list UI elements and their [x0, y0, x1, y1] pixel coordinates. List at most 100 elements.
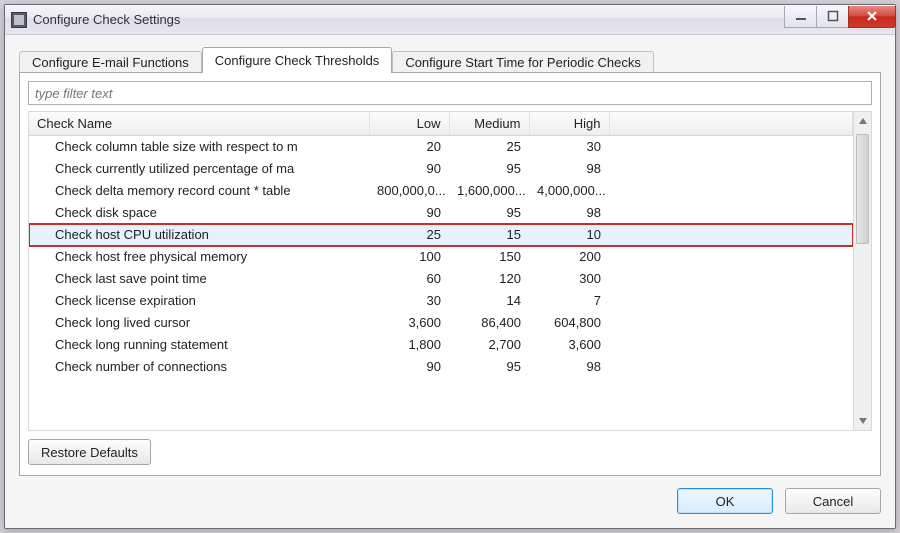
- cell-high: 300: [529, 268, 609, 290]
- cell-check-name: Check column table size with respect to …: [29, 136, 369, 158]
- cell-low: 25: [369, 224, 449, 246]
- cell-high: 98: [529, 356, 609, 378]
- dialog-buttons: OK Cancel: [19, 476, 881, 514]
- cell-low: 20: [369, 136, 449, 158]
- cell-check-name: Check long running statement: [29, 334, 369, 356]
- cell-high: 30: [529, 136, 609, 158]
- minimize-icon: [795, 10, 807, 22]
- cell-spacer: [609, 356, 853, 378]
- window-title: Configure Check Settings: [33, 12, 785, 27]
- cell-medium: 95: [449, 202, 529, 224]
- cell-medium: 150: [449, 246, 529, 268]
- cell-low: 800,000,0...: [369, 180, 449, 202]
- cell-check-name: Check disk space: [29, 202, 369, 224]
- col-spacer: [609, 112, 853, 136]
- cell-high: 200: [529, 246, 609, 268]
- cell-spacer: [609, 334, 853, 356]
- cell-check-name: Check license expiration: [29, 290, 369, 312]
- cell-check-name: Check host CPU utilization: [29, 224, 369, 246]
- cell-low: 100: [369, 246, 449, 268]
- cell-spacer: [609, 224, 853, 246]
- cell-spacer: [609, 312, 853, 334]
- thresholds-table-area: Check Name Low Medium High Check column …: [29, 112, 853, 430]
- cell-check-name: Check host free physical memory: [29, 246, 369, 268]
- cell-high: 98: [529, 202, 609, 224]
- cell-medium: 1,600,000...: [449, 180, 529, 202]
- cell-medium: 120: [449, 268, 529, 290]
- ok-button[interactable]: OK: [677, 488, 773, 514]
- col-medium[interactable]: Medium: [449, 112, 529, 136]
- col-check-name[interactable]: Check Name: [29, 112, 369, 136]
- cell-spacer: [609, 290, 853, 312]
- cell-high: 98: [529, 158, 609, 180]
- cell-low: 1,800: [369, 334, 449, 356]
- cell-check-name: Check last save point time: [29, 268, 369, 290]
- cell-low: 90: [369, 202, 449, 224]
- table-row[interactable]: Check disk space909598: [29, 202, 853, 224]
- restore-defaults-button[interactable]: Restore Defaults: [28, 439, 151, 465]
- table-row[interactable]: Check host free physical memory100150200: [29, 246, 853, 268]
- cell-medium: 86,400: [449, 312, 529, 334]
- minimize-button[interactable]: [784, 6, 817, 28]
- scroll-up-icon: [854, 112, 871, 130]
- table-row[interactable]: Check currently utilized percentage of m…: [29, 158, 853, 180]
- cell-high: 7: [529, 290, 609, 312]
- scroll-track: [854, 130, 871, 412]
- app-icon: [11, 12, 27, 28]
- cell-medium: 2,700: [449, 334, 529, 356]
- table-row[interactable]: Check delta memory record count * table8…: [29, 180, 853, 202]
- cell-check-name: Check number of connections: [29, 356, 369, 378]
- cell-spacer: [609, 180, 853, 202]
- cell-spacer: [609, 268, 853, 290]
- cell-medium: 95: [449, 356, 529, 378]
- cell-low: 3,600: [369, 312, 449, 334]
- filter-input[interactable]: [28, 81, 872, 105]
- table-row[interactable]: Check number of connections909598: [29, 356, 853, 378]
- scroll-thumb[interactable]: [856, 134, 869, 244]
- dialog-window: Configure Check Settings Configure E-mai…: [4, 4, 896, 529]
- cell-medium: 95: [449, 158, 529, 180]
- table-row[interactable]: Check license expiration30147: [29, 290, 853, 312]
- cell-low: 90: [369, 158, 449, 180]
- table-row[interactable]: Check last save point time60120300: [29, 268, 853, 290]
- cell-check-name: Check currently utilized percentage of m…: [29, 158, 369, 180]
- tab-check-thresholds[interactable]: Configure Check Thresholds: [202, 47, 393, 73]
- vertical-scrollbar[interactable]: [853, 112, 871, 430]
- cell-high: 604,800: [529, 312, 609, 334]
- cell-spacer: [609, 246, 853, 268]
- cancel-button[interactable]: Cancel: [785, 488, 881, 514]
- table-row[interactable]: Check long lived cursor3,60086,400604,80…: [29, 312, 853, 334]
- cell-medium: 14: [449, 290, 529, 312]
- thresholds-table-wrap: Check Name Low Medium High Check column …: [28, 111, 872, 431]
- cell-check-name: Check long lived cursor: [29, 312, 369, 334]
- maximize-button[interactable]: [816, 6, 849, 28]
- table-row[interactable]: Check column table size with respect to …: [29, 136, 853, 158]
- cell-spacer: [609, 158, 853, 180]
- cell-medium: 15: [449, 224, 529, 246]
- table-row[interactable]: Check long running statement1,8002,7003,…: [29, 334, 853, 356]
- cell-low: 30: [369, 290, 449, 312]
- cell-check-name: Check delta memory record count * table: [29, 180, 369, 202]
- client-area: Configure E-mail Functions Configure Che…: [5, 35, 895, 528]
- cell-spacer: [609, 136, 853, 158]
- tab-email-functions[interactable]: Configure E-mail Functions: [19, 51, 202, 73]
- table-header-row: Check Name Low Medium High: [29, 112, 853, 136]
- maximize-icon: [827, 10, 839, 22]
- col-low[interactable]: Low: [369, 112, 449, 136]
- window-controls: [785, 6, 896, 28]
- tab-periodic-checks[interactable]: Configure Start Time for Periodic Checks: [392, 51, 654, 73]
- cell-high: 10: [529, 224, 609, 246]
- table-row[interactable]: Check host CPU utilization251510: [29, 224, 853, 246]
- cell-high: 4,000,000...: [529, 180, 609, 202]
- close-button[interactable]: [848, 6, 896, 28]
- scroll-down-icon: [854, 412, 871, 430]
- col-high[interactable]: High: [529, 112, 609, 136]
- tab-panel: Check Name Low Medium High Check column …: [19, 72, 881, 476]
- titlebar: Configure Check Settings: [5, 5, 895, 35]
- cell-low: 60: [369, 268, 449, 290]
- tab-strip: Configure E-mail Functions Configure Che…: [19, 47, 881, 73]
- restore-row: Restore Defaults: [28, 439, 872, 465]
- cell-medium: 25: [449, 136, 529, 158]
- cell-high: 3,600: [529, 334, 609, 356]
- thresholds-table: Check Name Low Medium High Check column …: [29, 112, 853, 378]
